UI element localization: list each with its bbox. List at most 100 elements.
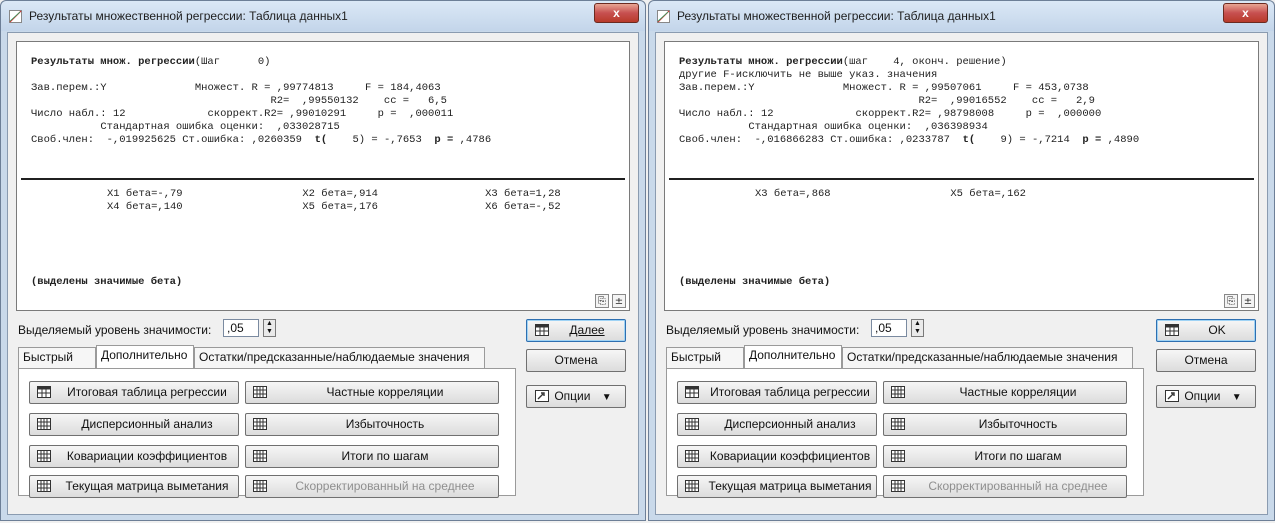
t-p-label: p = [1082, 134, 1102, 146]
mult-r-label: Множест. R = [842, 82, 919, 94]
mean-corrected-button: Скорректированный на среднее [245, 475, 499, 498]
beta-item: X2 бета=,914 [302, 188, 378, 200]
summary-table-button[interactable]: Итоговая таблица регрессии [677, 381, 877, 404]
table-grid-icon [685, 480, 699, 492]
results-header-line2: другие F-исключить не выше указ. значени… [679, 69, 938, 81]
t-df: 5) [352, 134, 366, 146]
partial-correlations-button[interactable]: Частные корреляции [883, 381, 1127, 404]
intercept-value: -,019925625 [106, 134, 176, 146]
beta-item: X5 бета=,162 [950, 188, 1026, 200]
next-label: Далее [569, 323, 605, 337]
tab-residuals[interactable]: Остатки/предсказанные/наблюдаемые значен… [194, 347, 485, 368]
adj-r2-value: ,98798008 [937, 108, 995, 120]
anova-button[interactable]: Дисперсионный анализ [677, 413, 877, 436]
significance-note: (выделены значимые бета) [679, 276, 831, 288]
sweep-matrix-button[interactable]: Текущая матрица выметания [677, 475, 877, 498]
f-value: 184,4063 [390, 82, 441, 94]
cc-label: cc = [383, 95, 410, 107]
dropdown-arrow-icon: ▼ [601, 392, 612, 403]
significance-level-input[interactable]: ,05 [223, 319, 259, 337]
ok-button[interactable]: OK [1156, 319, 1256, 342]
next-button[interactable]: Далее [526, 319, 626, 342]
adj-r2-value: ,99010291 [289, 108, 347, 120]
close-button[interactable]: x [594, 3, 639, 23]
anova-button[interactable]: Дисперсионный анализ [29, 413, 239, 436]
tab-quick[interactable]: Быстрый [666, 347, 744, 368]
options-button[interactable]: Опции ▼ [526, 385, 626, 408]
significance-level-spinner[interactable]: ▲ ▼ [911, 319, 924, 337]
intercept-se-label: Ст.ошибка: [830, 134, 894, 146]
coef-covariances-button[interactable]: Ковариации коэффициентов [29, 445, 239, 468]
partial-correlations-button[interactable]: Частные корреляции [245, 381, 499, 404]
significance-level-input[interactable]: ,05 [871, 319, 907, 337]
copy-icon[interactable]: ⎘ [1224, 294, 1238, 308]
r2-label: R2= [270, 95, 290, 107]
t-value: = -,7214 [1019, 134, 1070, 146]
stepwise-summary-label: Итоги по шагам [974, 449, 1062, 463]
redundancy-button[interactable]: Избыточность [245, 413, 499, 436]
adj-r2-label: скоррект.R2= [207, 108, 284, 120]
window-title: Результаты множественной регрессии: Табл… [29, 9, 348, 23]
tab-quick[interactable]: Быстрый [18, 347, 96, 368]
anova-label: Дисперсионный анализ [724, 417, 856, 431]
adj-r2-label: скоррект.R2= [855, 108, 932, 120]
t-label: t( [962, 134, 976, 146]
coef-covariances-label: Ковариации коэффициентов [709, 449, 871, 463]
stepwise-summary-button[interactable]: Итоги по шагам [883, 445, 1127, 468]
tab-advanced[interactable]: Дополнительно [96, 345, 194, 369]
p-label: p = [377, 108, 397, 120]
expand-toggle-icon[interactable]: ± [1241, 294, 1255, 308]
results-summary: Результаты множ. регрессии(Шаг 0) Зав.пе… [31, 56, 491, 147]
t-label: t( [314, 134, 328, 146]
table-grid-icon [891, 450, 905, 462]
t-p-label: p = [434, 134, 454, 146]
title-bar[interactable]: Результаты множественной регрессии: Табл… [1, 1, 645, 31]
cancel-button[interactable]: Отмена [1156, 349, 1256, 372]
results-header-bold: Результаты множ. регрессии [679, 56, 843, 68]
summary-table-button[interactable]: Итоговая таблица регрессии [29, 381, 239, 404]
anova-label: Дисперсионный анализ [81, 417, 213, 431]
table-summary-icon [685, 386, 699, 398]
copy-icon[interactable]: ⎘ [595, 294, 609, 308]
redundancy-button[interactable]: Избыточность [883, 413, 1127, 436]
table-grid-icon [37, 480, 51, 492]
table-grid-icon [253, 450, 267, 462]
sweep-matrix-label: Текущая матрица выметания [65, 479, 229, 493]
cancel-button[interactable]: Отмена [526, 349, 626, 372]
expand-toggle-icon[interactable]: ± [612, 294, 626, 308]
std-err-value: ,033028715 [276, 121, 340, 133]
regression-results-window-step4[interactable]: Результаты множественной регрессии: Табл… [648, 0, 1275, 521]
results-header-step: (шаг 4, оконч. решение) [842, 56, 1007, 68]
sweep-matrix-button[interactable]: Текущая матрица выметания [29, 475, 239, 498]
tab-panel-advanced: Итоговая таблица регрессии Частные корре… [18, 368, 516, 498]
dep-var: Зав.перем.:Y [679, 82, 755, 94]
mult-r-label: Множест. R = [194, 82, 271, 94]
options-icon [1165, 390, 1179, 402]
results-text-panel: Результаты множ. регрессии(Шаг 0) Зав.пе… [16, 41, 630, 311]
close-button[interactable]: x [1223, 3, 1268, 23]
n-value: 12 [760, 108, 774, 120]
intercept-label: Своб.член: [679, 134, 743, 146]
beta-item: X6 бета=-,52 [485, 201, 561, 213]
n-value: 12 [112, 108, 126, 120]
table-grid-icon [37, 418, 51, 430]
significance-level-spinner[interactable]: ▲ ▼ [263, 319, 276, 337]
tab-residuals[interactable]: Остатки/предсказанные/наблюдаемые значен… [842, 347, 1133, 368]
coef-covariances-button[interactable]: Ковариации коэффициентов [677, 445, 877, 468]
intercept-se-label: Ст.ошибка: [182, 134, 246, 146]
separator-line [669, 178, 1254, 180]
t-value: = -,7653 [371, 134, 422, 146]
beta-item: X3 бета=1,28 [485, 188, 561, 200]
options-button[interactable]: Опции ▼ [1156, 385, 1256, 408]
partial-correlations-label: Частные корреляции [326, 385, 444, 399]
tab-advanced[interactable]: Дополнительно [744, 345, 842, 369]
p-value: ,000011 [409, 108, 454, 120]
table-grid-icon [891, 480, 905, 492]
chart-line-icon [657, 10, 670, 23]
f-label: F = [365, 82, 384, 94]
p-label: p = [1025, 108, 1045, 120]
cc-value: 2,9 [1076, 95, 1095, 107]
title-bar[interactable]: Результаты множественной регрессии: Табл… [649, 1, 1274, 31]
stepwise-summary-button[interactable]: Итоги по шагам [245, 445, 499, 468]
regression-results-window-step0[interactable]: Результаты множественной регрессии: Табл… [0, 0, 646, 521]
